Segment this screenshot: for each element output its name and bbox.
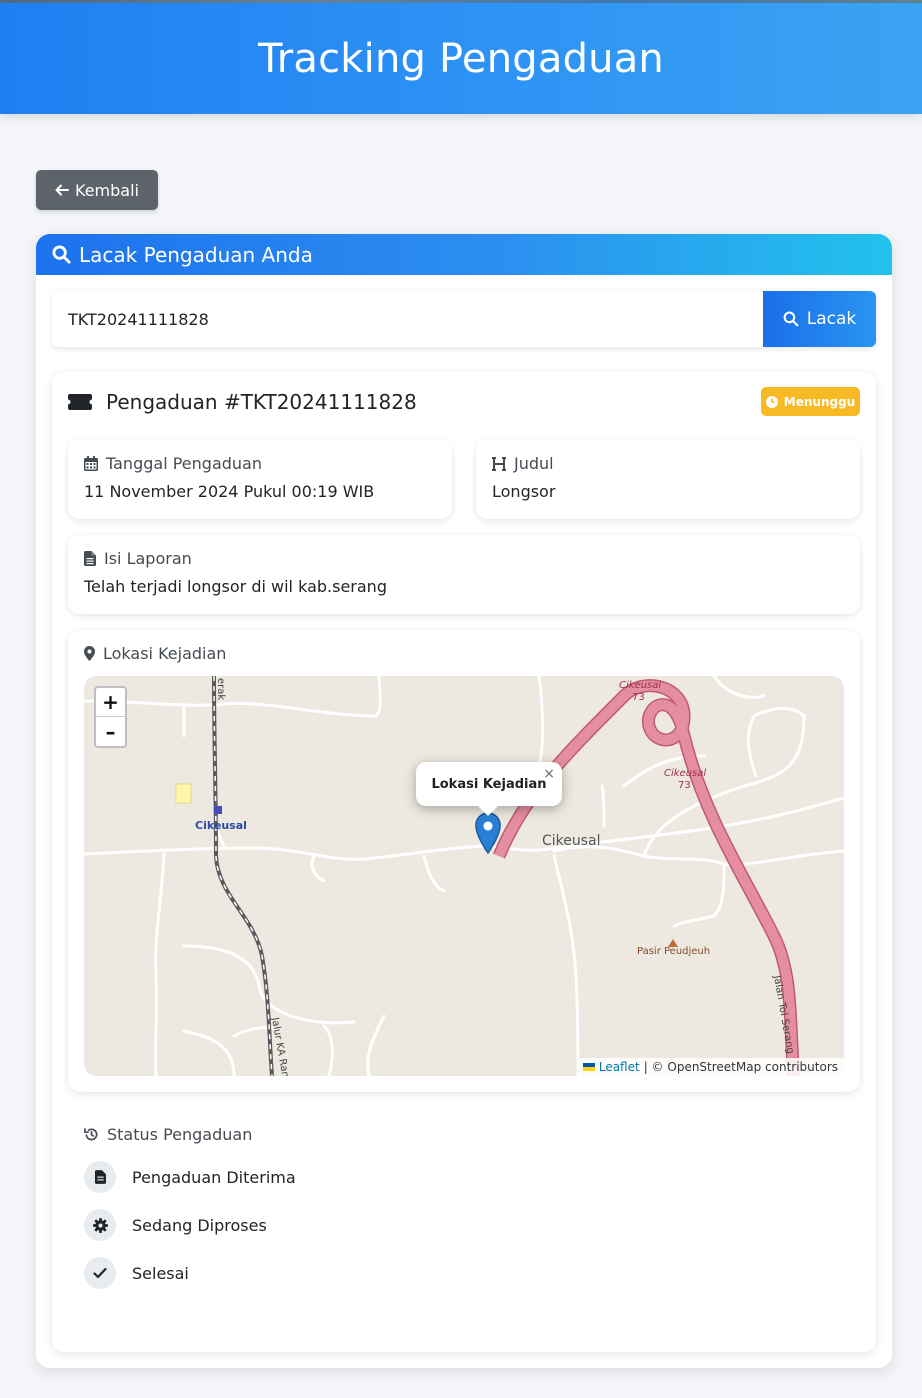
map-label-73-top: 73 xyxy=(632,692,645,703)
status-title-text: Status Pengaduan xyxy=(107,1125,253,1144)
track-button[interactable]: Lacak xyxy=(763,291,876,347)
report-box: Isi Laporan Telah terjadi longsor di wil… xyxy=(68,535,860,614)
gear-icon xyxy=(84,1209,116,1241)
ticket-number: Pengaduan #TKT20241111828 xyxy=(106,390,417,414)
zoom-control: + – xyxy=(94,686,127,748)
minor-roads xyxy=(84,676,844,1076)
status-badge: Menunggu xyxy=(761,387,860,416)
report-label-text: Isi Laporan xyxy=(104,549,192,568)
map-label-cikeusal-73-right: Cikeusal xyxy=(664,768,706,779)
leaflet-link[interactable]: Leaflet xyxy=(599,1060,640,1074)
status-step-done: Selesai xyxy=(84,1257,189,1289)
status-step-label: Sedang Diproses xyxy=(132,1215,267,1235)
osm-attribution: | © OpenStreetMap contributors xyxy=(643,1060,838,1074)
date-value: 11 November 2024 Pukul 00:19 WIB xyxy=(84,482,375,501)
incident-map[interactable]: Cikeusal Cikeusal Cikeusal 73 Cikeusal 7… xyxy=(84,676,844,1076)
file-icon xyxy=(84,551,96,566)
location-label-text: Lokasi Kejadian xyxy=(103,644,227,663)
status-section-title: Status Pengaduan xyxy=(84,1125,252,1144)
arrow-left-icon xyxy=(55,184,69,196)
search-icon xyxy=(52,245,71,264)
map-attribution: Leaflet | © OpenStreetMap contributors xyxy=(576,1058,844,1076)
status-step-received: Pengaduan Diterima xyxy=(84,1161,296,1193)
heading-icon xyxy=(492,456,506,471)
back-button-label: Kembali xyxy=(75,180,139,200)
title-label: Judul xyxy=(492,454,554,473)
status-step-label: Pengaduan Diterima xyxy=(132,1167,296,1187)
map-label-73-right: 73 xyxy=(678,780,691,791)
map-label-cikeusal-73-top: Cikeusal xyxy=(619,680,661,691)
map-label-cikeusal-station: Cikeusal xyxy=(195,819,247,832)
tracking-card: Lacak Pengaduan Anda Lacak Pengaduan #TK… xyxy=(36,234,892,1368)
track-button-label: Lacak xyxy=(806,309,857,329)
report-label: Isi Laporan xyxy=(84,549,192,568)
zoom-out-button[interactable]: – xyxy=(96,717,125,746)
map-popup-text: Lokasi Kejadian xyxy=(431,776,547,792)
map-label-cikeusal-town: Cikeusal xyxy=(542,833,601,849)
search-icon xyxy=(783,311,799,327)
location-label: Lokasi Kejadian xyxy=(84,644,226,663)
ticket-detail: Pengaduan #TKT20241111828 Menunggu Tangg… xyxy=(52,372,876,1352)
map-label-rail-top: erak xyxy=(215,678,226,700)
status-step-processing: Sedang Diproses xyxy=(84,1209,267,1241)
calendar-icon xyxy=(84,456,98,471)
card-title: Lacak Pengaduan Anda xyxy=(79,242,313,267)
page-title: Tracking Pengaduan xyxy=(257,36,664,82)
zoom-in-button[interactable]: + xyxy=(96,688,125,717)
status-step-label: Selesai xyxy=(132,1263,189,1283)
railway xyxy=(212,676,274,1076)
ticket-icon xyxy=(68,394,92,410)
status-badge-text: Menunggu xyxy=(783,394,856,409)
ukraine-flag-icon xyxy=(582,1063,595,1071)
check-icon xyxy=(84,1257,116,1289)
map-tiles: Cikeusal Cikeusal Cikeusal 73 Cikeusal 7… xyxy=(84,676,844,1076)
date-box: Tanggal Pengaduan 11 November 2024 Pukul… xyxy=(68,440,452,519)
ticket-search-input[interactable] xyxy=(52,291,763,347)
map-label-pasir: Pasir Peudjeuh xyxy=(637,946,710,957)
card-header: Lacak Pengaduan Anda xyxy=(36,234,892,275)
date-label-text: Tanggal Pengaduan xyxy=(106,454,262,473)
search-group: Lacak xyxy=(52,291,876,347)
station-marker xyxy=(214,806,222,814)
back-button[interactable]: Kembali xyxy=(36,170,158,210)
title-value: Longsor xyxy=(492,482,556,501)
map-popup: Lokasi Kejadian × xyxy=(416,762,562,816)
building xyxy=(175,783,192,804)
file-icon xyxy=(84,1161,116,1193)
ticket-heading: Pengaduan #TKT20241111828 xyxy=(68,390,417,414)
page-header: Tracking Pengaduan xyxy=(0,0,922,114)
date-label: Tanggal Pengaduan xyxy=(84,454,262,473)
report-value: Telah terjadi longsor di wil kab.serang xyxy=(84,577,387,596)
header-top-strip xyxy=(0,0,922,3)
clock-icon xyxy=(765,395,778,408)
title-box: Judul Longsor xyxy=(476,440,860,519)
popup-close-button[interactable]: × xyxy=(543,766,555,782)
location-box: Lokasi Kejadian Cikeusal Cikeusal Cikeus… xyxy=(68,630,860,1092)
title-label-text: Judul xyxy=(514,454,554,473)
history-icon xyxy=(84,1128,98,1141)
location-pin-icon xyxy=(84,646,95,661)
